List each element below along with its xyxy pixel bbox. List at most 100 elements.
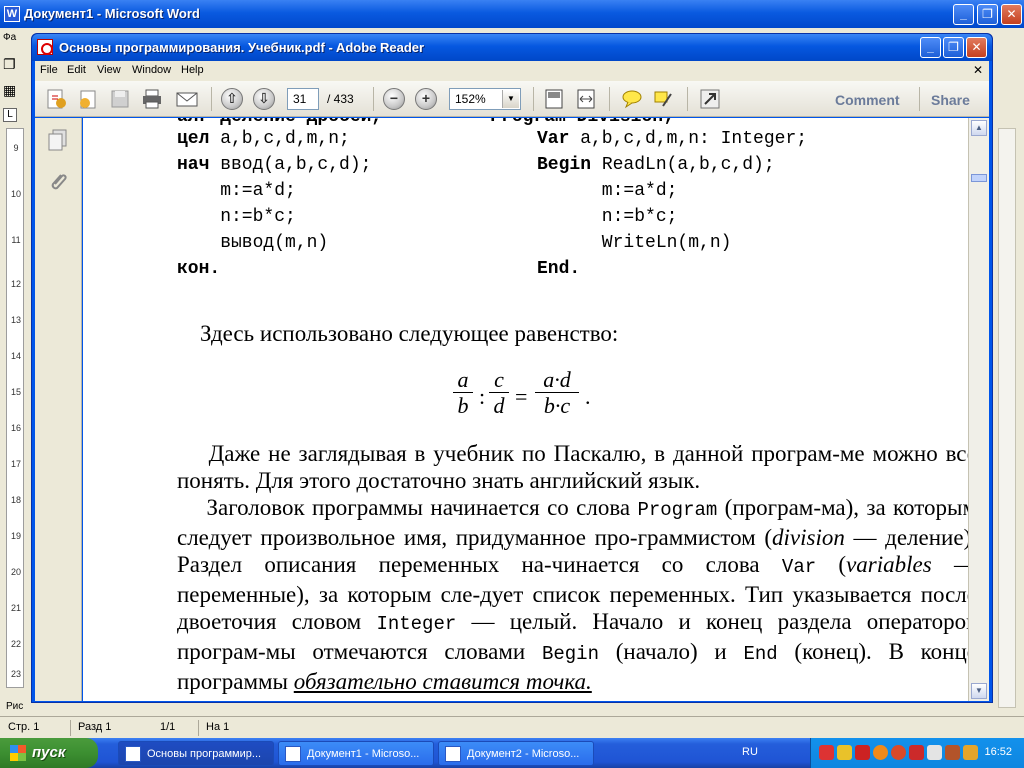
create-pdf-icon[interactable]: [45, 88, 67, 110]
expand-icon[interactable]: [699, 88, 721, 110]
page-total: / 433: [327, 92, 354, 106]
fit-width-icon[interactable]: [575, 88, 597, 110]
fraction-a-b: a b: [453, 368, 473, 419]
word-menu-fragment[interactable]: Фа: [3, 32, 27, 46]
menu-edit[interactable]: Edit: [67, 64, 86, 76]
fit-page-icon[interactable]: [543, 88, 565, 110]
tray-ati-icon[interactable]: [855, 745, 870, 760]
ruler-tick: 22: [10, 639, 21, 649]
tray-shield-icon[interactable]: [837, 745, 852, 760]
word-minimize-button[interactable]: _: [953, 4, 974, 25]
pdf-task-icon: [125, 746, 141, 762]
tray-flash-icon[interactable]: [873, 745, 888, 760]
document-viewport[interactable]: алг деление дробей, Program Division; це…: [83, 118, 968, 701]
ruler-tick: 20: [10, 567, 21, 577]
sticky-note-icon[interactable]: [621, 88, 643, 110]
tray-app-icon[interactable]: [945, 745, 960, 760]
num-a: a: [453, 368, 473, 393]
tray-media-icon[interactable]: [891, 745, 906, 760]
tray-pdf-icon[interactable]: [819, 745, 834, 760]
tray-network-icon[interactable]: [927, 745, 942, 760]
word-maximize-button[interactable]: ❐: [977, 4, 998, 25]
reader-titlebar[interactable]: Основы программирования. Учебник.pdf - A…: [32, 34, 992, 61]
code-text: WriteLn(m,n): [537, 233, 732, 253]
pages-panel-icon[interactable]: [46, 128, 70, 152]
code-text: m:=a*d;: [537, 181, 678, 201]
code-line: m:=a*d;: [177, 178, 371, 204]
reader-maximize-button[interactable]: ❐: [943, 37, 964, 58]
start-button[interactable]: пуск: [0, 738, 98, 768]
code-line: кон.: [177, 256, 371, 282]
intro-sentence: Здесь использовано следующее равенство:: [177, 320, 968, 347]
new-doc-icon[interactable]: ❐: [3, 56, 27, 72]
language-indicator[interactable]: RU: [742, 746, 758, 758]
p2-code-begin: Begin: [541, 643, 599, 665]
code-block-right: Var a,b,c,d,m,n: Integer; Begin ReadLn(a,…: [537, 126, 807, 282]
open-file-icon[interactable]: [77, 88, 99, 110]
code-keyword: цел: [177, 129, 210, 149]
code-line: Var a,b,c,d,m,n: Integer;: [537, 126, 807, 152]
word-task-icon: [445, 746, 461, 762]
zoom-out-icon[interactable]: −: [383, 88, 405, 110]
scroll-up-icon[interactable]: ▲: [971, 120, 987, 136]
attachments-icon[interactable]: [46, 170, 70, 194]
menu-help[interactable]: Help: [181, 64, 204, 76]
ruler-tick: 10: [10, 189, 21, 199]
tray-volume-icon[interactable]: [963, 745, 978, 760]
document-close-icon[interactable]: ✕: [973, 63, 983, 77]
p2-italic: division: [772, 525, 845, 550]
p2-code-var: Var: [781, 556, 817, 578]
clock: 16:52: [984, 746, 1012, 758]
scroll-thumb[interactable]: [971, 174, 987, 182]
code-keyword: Begin: [537, 155, 592, 175]
task-label: Документ2 - Microso...: [467, 748, 580, 760]
num-ad: a·d: [535, 368, 579, 393]
ruler-tick: 17: [10, 459, 21, 469]
code-line: Begin ReadLn(a,b,c,d);: [537, 152, 807, 178]
ruler-tick: 16: [10, 423, 21, 433]
intro-text: Здесь использовано следующее равенство:: [200, 321, 619, 346]
zoom-select[interactable]: 152% ▼: [449, 88, 521, 110]
reader-close-button[interactable]: ✕: [966, 37, 987, 58]
reader-minimize-button[interactable]: _: [920, 37, 941, 58]
paragraph-1-text: Даже не заглядывая в учебник по Паскалю,…: [177, 441, 968, 493]
next-page-icon[interactable]: ⇩: [253, 88, 275, 110]
task-word-2[interactable]: Документ2 - Microso...: [438, 741, 594, 766]
chevron-down-icon[interactable]: ▼: [502, 90, 519, 108]
tray-opera-icon[interactable]: [909, 745, 924, 760]
print-icon[interactable]: [141, 88, 163, 110]
word-task-icon: [285, 746, 301, 762]
reader-title: Основы программирования. Учебник.pdf - A…: [59, 40, 425, 55]
scroll-down-icon[interactable]: ▼: [971, 683, 987, 699]
menu-window[interactable]: Window: [132, 64, 171, 76]
code-line: вывод(m,n): [177, 230, 371, 256]
p2-text: (: [816, 552, 847, 577]
ruler-tick: 23: [10, 669, 21, 679]
menu-view[interactable]: View: [97, 64, 121, 76]
p2-italic: variables: [846, 552, 932, 577]
num-c: c: [489, 368, 509, 393]
ruler-tick: 13: [10, 315, 21, 325]
word-scrollbar[interactable]: [998, 128, 1016, 708]
comment-button[interactable]: Comment: [835, 92, 900, 108]
ruler-tick: 15: [10, 387, 21, 397]
system-tray: 16:52: [810, 738, 1024, 768]
email-icon[interactable]: [175, 88, 198, 110]
page-number-input[interactable]: 31: [287, 88, 319, 110]
save-icon[interactable]: [109, 88, 131, 110]
reader-scrollbar[interactable]: ▲ ▼: [968, 118, 989, 701]
highlight-icon[interactable]: [653, 88, 675, 110]
task-reader[interactable]: Основы программир...: [118, 741, 274, 766]
word-titlebar[interactable]: W Документ1 - Microsoft Word _ ❐ ✕: [0, 0, 1024, 28]
previous-page-icon[interactable]: ⇧: [221, 88, 243, 110]
word-app-icon: W: [4, 6, 20, 22]
den-bc: b·c: [543, 393, 571, 418]
menu-file[interactable]: File: [40, 64, 58, 76]
word-close-button[interactable]: ✕: [1001, 4, 1022, 25]
format-icon[interactable]: ▦: [3, 82, 27, 98]
task-word-1[interactable]: Документ1 - Microso...: [278, 741, 434, 766]
tab-stop-icon[interactable]: L: [3, 108, 17, 122]
zoom-in-icon[interactable]: +: [415, 88, 437, 110]
drawing-label[interactable]: Рис: [6, 701, 23, 712]
share-button[interactable]: Share: [931, 92, 970, 108]
